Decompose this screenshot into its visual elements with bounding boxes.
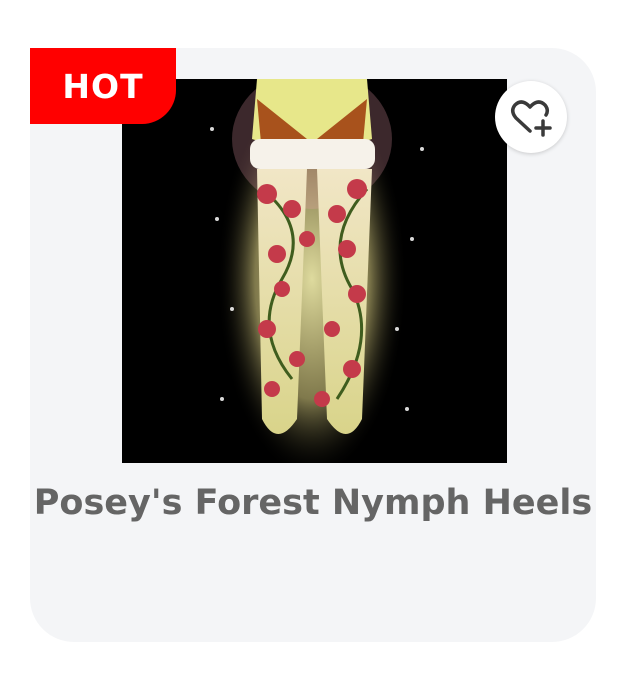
item-name[interactable]: Posey's Forest Nymph Heels	[30, 466, 596, 540]
item-thumbnail[interactable]	[122, 79, 507, 463]
hot-badge: HOT	[30, 48, 176, 124]
heart-plus-icon	[511, 100, 552, 137]
item-image	[210, 79, 424, 463]
add-to-favorites-button[interactable]	[495, 81, 567, 153]
hot-badge-label: HOT	[62, 66, 144, 106]
